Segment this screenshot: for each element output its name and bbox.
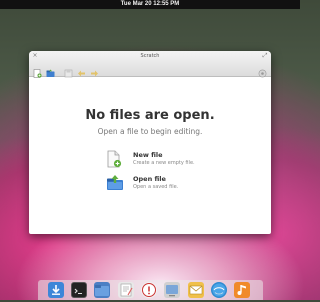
terminal-icon[interactable] [71,282,87,298]
open-file-icon [106,174,123,192]
undo-icon[interactable] [77,63,86,77]
top-panel: Tue Mar 20 12:55 PM [0,0,300,9]
window-title: Scratch [140,53,160,59]
editor-empty-state: No files are open. Open a file to begin … [29,77,271,234]
settings-icon[interactable] [258,63,267,78]
help-icon[interactable] [141,282,157,298]
new-file-button[interactable]: New file Create a new empty file. [106,150,226,170]
window-titlebar[interactable]: × Scratch ⤢ [29,51,271,78]
open-file-button[interactable]: Open file Open a saved file. [106,174,226,194]
new-file-label: New file [133,151,163,159]
dock [38,280,263,300]
panel-clock[interactable]: Tue Mar 20 12:55 PM [0,0,300,9]
download-icon[interactable] [48,282,64,298]
close-icon[interactable]: × [32,53,38,59]
maximize-icon[interactable]: ⤢ [262,53,268,59]
settings-icon[interactable] [164,282,180,298]
open-folder-icon[interactable] [46,63,55,77]
empty-subtitle: Open a file to begin editing. [97,127,203,136]
redo-icon[interactable] [90,63,99,77]
open-file-label: Open file [133,175,166,183]
scratch-window: × Scratch ⤢ No files are open. Open a fi… [29,51,271,234]
music-icon[interactable] [234,282,250,298]
browser-icon[interactable] [211,282,227,298]
files-icon[interactable] [94,282,110,298]
mail-icon[interactable] [188,282,204,298]
open-file-description: Open a saved file. [133,184,179,190]
empty-headline: No files are open. [85,108,215,123]
new-file-description: Create a new empty file. [133,160,195,166]
text-editor-icon[interactable] [118,282,134,298]
save-icon[interactable] [64,63,73,78]
new-file-icon [106,150,122,168]
new-document-icon[interactable] [33,63,42,78]
